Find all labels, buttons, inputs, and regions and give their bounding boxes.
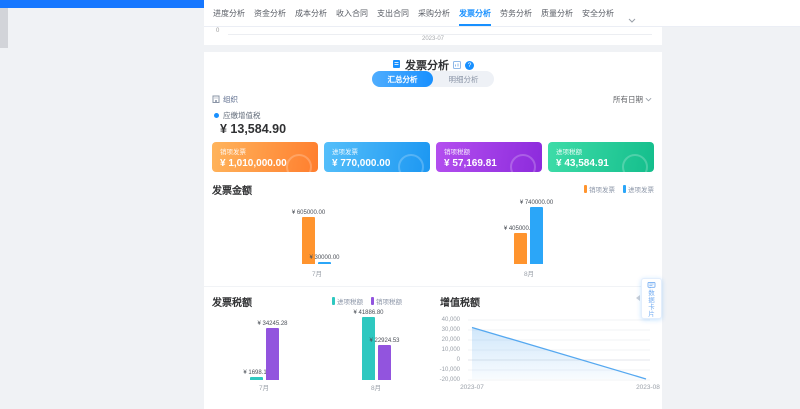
bar-销项税额-7月	[266, 328, 279, 380]
date-filter-label: 所有日期	[613, 94, 643, 105]
tab-3[interactable]: 收入合同	[336, 1, 368, 26]
bar-chart-invoice-amount: ¥ 605000.00 ¥ 30000.00 7月 ¥ 405000.00 ¥ 7400…	[212, 186, 654, 278]
bar-value-label: ¥ 1698.11	[222, 370, 292, 376]
bar-销项税额-8月	[378, 345, 391, 380]
category-label-7月: 7月	[244, 382, 284, 392]
tab-9[interactable]: 安全分析	[582, 1, 614, 26]
filter-bar: 组织 所有日期	[212, 92, 652, 106]
card-label: 进项税额	[556, 146, 646, 156]
toggle-option-0[interactable]: 汇总分析	[372, 71, 433, 87]
tab-4[interactable]: 支出合同	[377, 1, 409, 26]
y-tick-4: 0	[457, 357, 460, 363]
card-decoration-icon	[286, 154, 312, 172]
card-decoration-icon	[622, 154, 648, 172]
vat-y-axis: 40,000 30,000 20,000 10,000 0 -10,000 -20,000	[432, 317, 460, 383]
category-label-8月: 8月	[356, 382, 396, 392]
building-icon	[212, 95, 220, 103]
chevron-down-icon	[645, 97, 652, 102]
kpi-label: 应缴增值税	[223, 110, 261, 121]
y-tick-5: -10,000	[440, 367, 460, 373]
tab-1[interactable]: 资金分析	[254, 1, 286, 26]
tab-8[interactable]: 质量分析	[541, 1, 573, 26]
floating-data-card-button[interactable]: 数据卡片	[641, 278, 662, 319]
bar-value-label: ¥ 22924.53	[350, 338, 420, 344]
card-decoration-icon	[398, 154, 424, 172]
bar-进项税额-7月	[250, 377, 263, 380]
bar-销项发票-8月	[514, 233, 527, 264]
vat-x-label-end: 2023-08	[618, 384, 678, 391]
bar-value-label: ¥ 605000.00	[274, 210, 344, 216]
invoice-analysis-panel: 发票分析 ? 汇总分析明细分析 组织 所有日期 应缴增值税 ¥ 13,584.9…	[204, 52, 662, 409]
remnant-axis-line	[228, 34, 652, 35]
summary-card-1[interactable]: 进项发票¥ 770,000.00	[324, 142, 430, 172]
y-tick-6: -20,000	[440, 377, 460, 383]
tab-2[interactable]: 成本分析	[295, 1, 327, 26]
chevron-down-icon[interactable]	[628, 10, 636, 28]
bar-进项发票-8月	[530, 207, 543, 264]
category-label-7月: 7月	[297, 268, 337, 278]
bar-value-label: ¥ 30000.00	[290, 255, 360, 261]
bar-value-label: ¥ 41886.80	[334, 310, 404, 316]
question-circle-icon[interactable]: ?	[465, 61, 474, 70]
kpi-value: ¥ 13,584.90	[220, 122, 286, 136]
toggle-option-1[interactable]: 明细分析	[433, 71, 494, 87]
summary-card-row: 销项发票¥ 1,010,000.00进项发票¥ 770,000.00销项税额¥ …	[212, 142, 654, 172]
card-label: 销项税额	[444, 146, 534, 156]
y-tick-2: 20,000	[442, 337, 460, 343]
y-tick-3: 10,000	[442, 347, 460, 353]
bar-value-label: ¥ 34245.28	[238, 321, 308, 327]
analysis-mode-toggle: 汇总分析明细分析	[372, 71, 494, 87]
bar-进项税额-8月	[362, 317, 375, 380]
floating-card-label: 数据卡片	[648, 290, 656, 318]
previous-chart-remnant: 0 2023-07	[204, 27, 662, 45]
y-tick-1: 30,000	[442, 327, 460, 333]
card-decoration-icon	[510, 154, 536, 172]
bar-进项发票-7月	[318, 262, 331, 264]
y-tick-0: 40,000	[442, 317, 460, 323]
remnant-x-label: 2023-07	[204, 36, 662, 42]
tab-0[interactable]: 进度分析	[213, 1, 245, 26]
bar-chart-invoice-tax: ¥ 1698.11 ¥ 34245.28 7月 ¥ 41886.80 ¥ 22924.5…	[212, 304, 426, 392]
scrollbar-remnant[interactable]	[0, 8, 8, 48]
category-label-8月: 8月	[509, 268, 549, 278]
chart-title-vat: 增值税额	[440, 294, 480, 309]
vat-x-label-start: 2023-07	[442, 384, 502, 391]
bar-value-label: ¥ 740000.00	[502, 200, 572, 206]
line-chart-vat	[464, 316, 654, 386]
tab-6[interactable]: 发票分析	[459, 1, 491, 26]
card-bubble-icon	[647, 282, 656, 289]
summary-card-2[interactable]: 销项税额¥ 57,169.81	[436, 142, 542, 172]
card-label: 销项发票	[220, 146, 310, 156]
collapse-arrow-icon[interactable]	[636, 295, 640, 301]
date-filter[interactable]: 所有日期	[613, 94, 652, 105]
summary-card-3[interactable]: 进项税额¥ 43,584.91	[548, 142, 654, 172]
org-filter[interactable]: 组织	[212, 94, 238, 105]
tab-bar: 进度分析资金分析成本分析收入合同支出合同采购分析发票分析劳务分析质量分析安全分析	[204, 0, 800, 27]
dashboard-page: 进度分析资金分析成本分析收入合同支出合同采购分析发票分析劳务分析质量分析安全分析…	[0, 0, 800, 409]
card-label: 进项发票	[332, 146, 422, 156]
bar-value-label: ¥ 405000.00	[486, 226, 556, 232]
tab-7[interactable]: 劳务分析	[500, 1, 532, 26]
top-blue-bar	[0, 0, 204, 8]
remnant-y-tick: 0	[216, 28, 219, 34]
tab-5[interactable]: 采购分析	[418, 1, 450, 26]
tab-list: 进度分析资金分析成本分析收入合同支出合同采购分析发票分析劳务分析质量分析安全分析	[213, 1, 614, 26]
summary-card-0[interactable]: 销项发票¥ 1,010,000.00	[212, 142, 318, 172]
kpi-dot-icon	[214, 113, 219, 118]
org-filter-label: 组织	[223, 94, 238, 105]
section-divider	[204, 286, 662, 287]
